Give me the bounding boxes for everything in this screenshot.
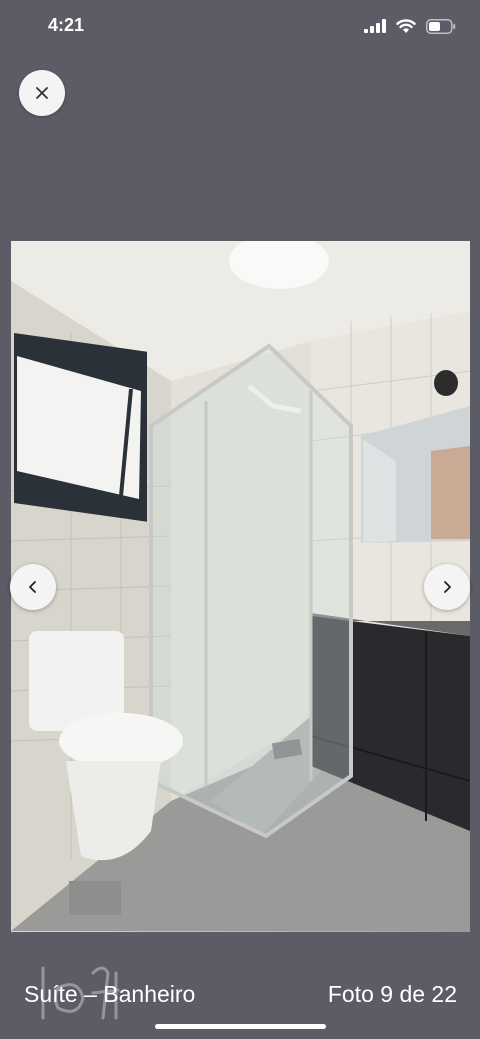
photo-caption: Suíte – Banheiro	[24, 981, 196, 1007]
close-button[interactable]	[19, 70, 65, 116]
chevron-left-icon	[29, 581, 36, 593]
status-icons	[364, 16, 456, 36]
previous-photo-button[interactable]	[10, 564, 56, 610]
chevron-right-icon	[444, 581, 451, 593]
cellular-signal-icon	[364, 19, 386, 33]
close-icon	[36, 87, 48, 99]
bathroom-photo	[11, 241, 470, 932]
battery-icon	[426, 18, 456, 34]
next-photo-button[interactable]	[424, 564, 470, 610]
gallery-photo[interactable]	[11, 241, 470, 932]
home-indicator[interactable]	[155, 1024, 326, 1029]
status-bar: 4:21	[0, 0, 480, 54]
status-time: 4:21	[48, 15, 85, 35]
wifi-icon	[396, 18, 416, 33]
photo-counter: Foto 9 de 22	[327, 981, 457, 1007]
